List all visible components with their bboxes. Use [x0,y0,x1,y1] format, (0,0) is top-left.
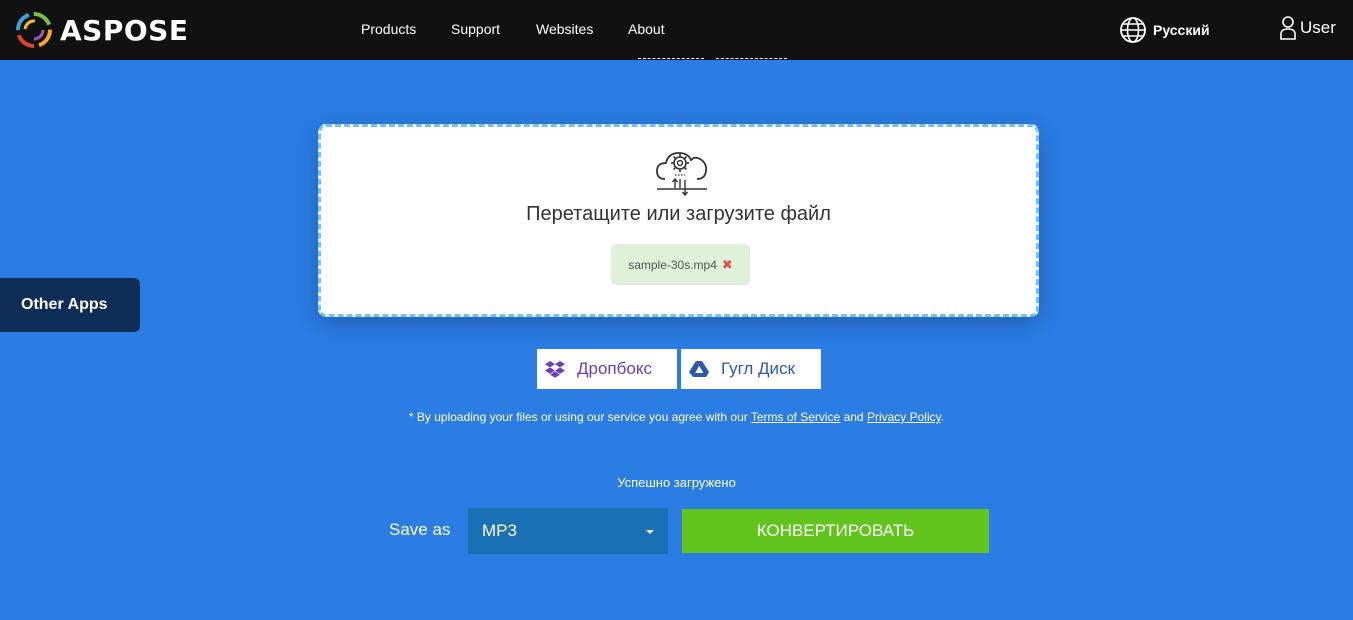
partial-link-underline [638,58,704,59]
format-value: MP3 [482,521,517,540]
user-icon [1280,16,1296,40]
terms-prefix: * By uploading your files or using our s… [408,410,748,424]
top-navbar: ASPOSE Products Support Websites About Р… [0,0,1353,60]
cloud-upload-icon [656,152,708,197]
partial-link-underline [716,58,787,59]
language-selector[interactable]: Русский [1119,16,1210,44]
privacy-policy-link[interactable]: Privacy Policy [867,410,941,424]
save-as-label: Save as [389,520,451,539]
terms-of-service-link[interactable]: Terms of Service [751,410,840,424]
dropzone-title: Перетащите или загрузите файл [526,203,831,225]
file-name: sample-30s.mp4 [628,257,717,272]
user-menu[interactable]: User [1279,15,1336,41]
nav-support[interactable]: Support [451,21,500,37]
nav-about[interactable]: About [628,21,665,37]
user-label: User [1300,18,1336,37]
dropbox-label: Дропбокс [577,359,652,378]
caret-down-icon [646,530,654,534]
file-dropzone[interactable]: Перетащите или загрузите файл sample-30s… [318,124,1039,317]
aspose-logo[interactable]: ASPOSE [16,12,188,48]
nav-products[interactable]: Products [361,21,416,37]
convert-button[interactable]: КОНВЕРТИРОВАТЬ [682,509,989,553]
terms-suffix: . [940,410,945,424]
aspose-logo-icon [16,12,52,48]
other-apps-button[interactable]: Other Apps [0,278,140,332]
dropbox-button[interactable]: Дропбокс [537,349,677,389]
globe-icon [1120,17,1146,43]
dropbox-icon [545,361,565,378]
language-label: Русский [1153,22,1210,38]
terms-notice: * By uploading your files or using our s… [0,410,1353,424]
nav-websites[interactable]: Websites [536,21,593,37]
google-drive-button[interactable]: Гугл Диск [681,349,821,389]
remove-file-icon[interactable]: ✖ [722,257,733,273]
uploaded-file-chip: sample-30s.mp4 ✖ [611,244,750,285]
upload-status: Успешно загружено [617,475,736,490]
format-select[interactable]: MP3 [468,508,668,554]
google-drive-icon [689,361,709,377]
brand-name: ASPOSE [60,13,189,47]
terms-and: and [843,410,864,424]
google-drive-label: Гугл Диск [721,359,795,378]
